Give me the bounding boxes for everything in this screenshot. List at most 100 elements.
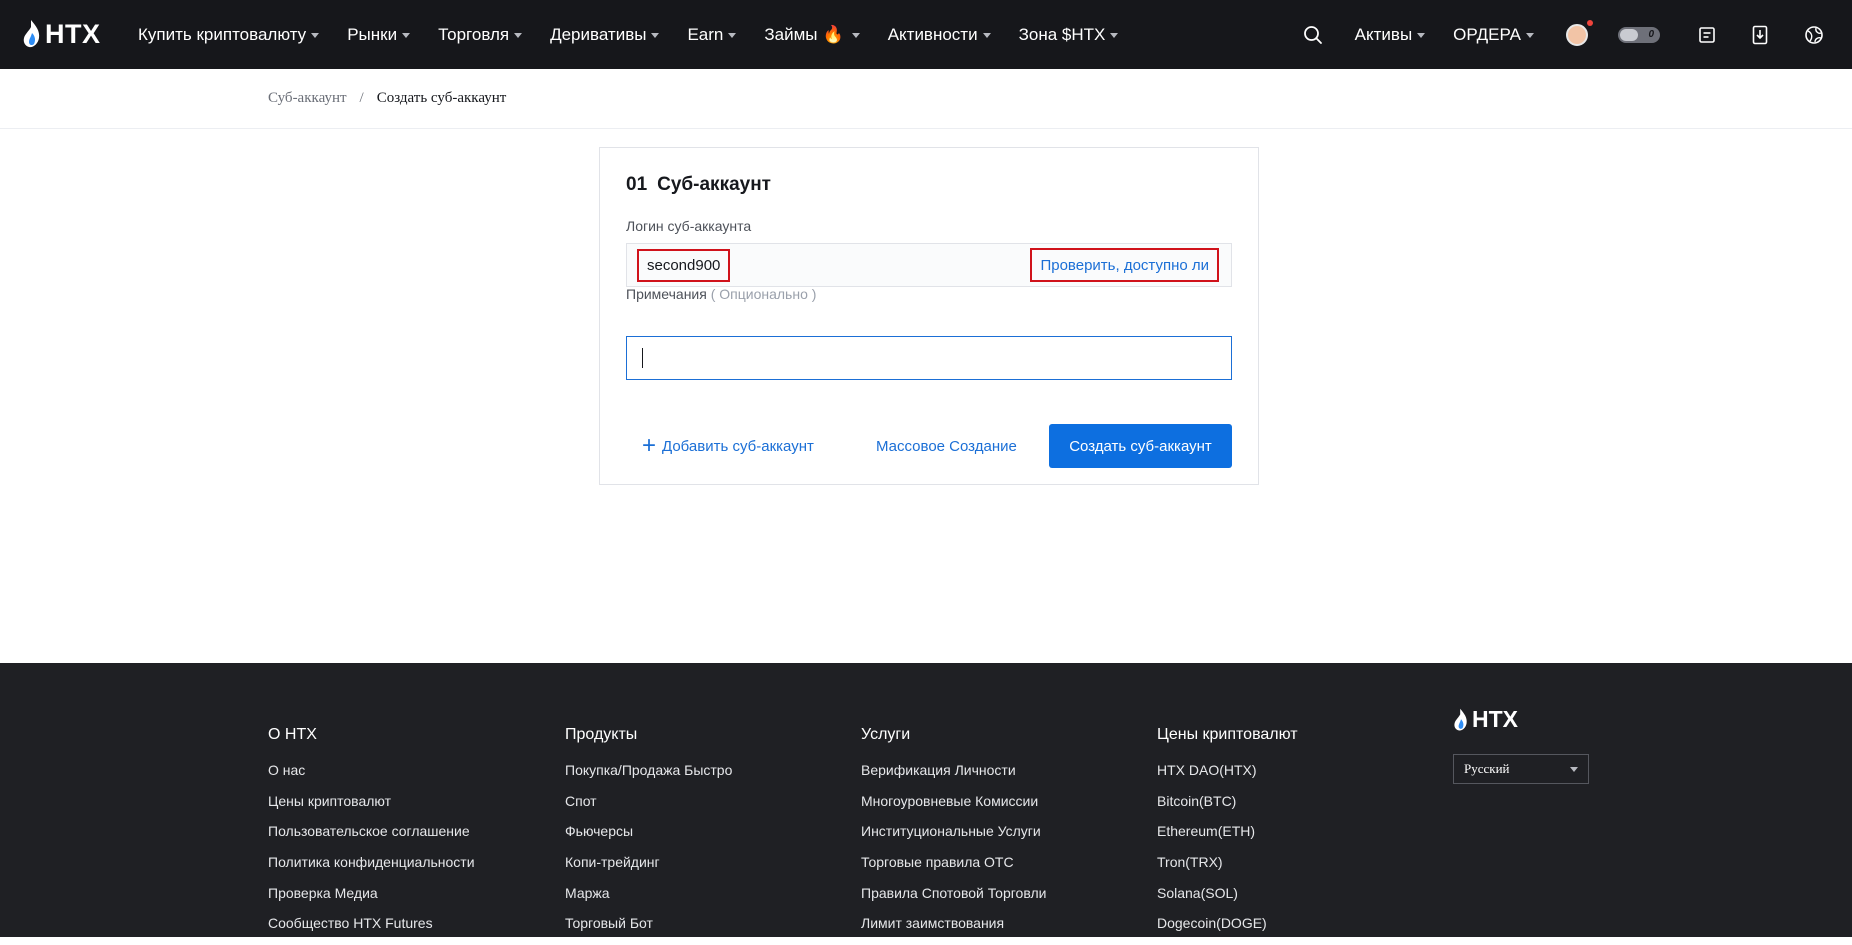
footer-column-products: Продукты Покупка/Продажа Быстро Спот Фью…	[565, 726, 732, 945]
footer-column-about: О HTX О нас Цены криптовалют Пользовател…	[268, 726, 475, 945]
htx-flame-icon	[1454, 708, 1467, 731]
footer-link[interactable]: Сообщество HTX Futures	[268, 914, 475, 945]
assets-label: Активы	[1354, 24, 1413, 44]
login-field[interactable]: second900 Проверить, доступно ли	[626, 243, 1232, 287]
caret-down-icon	[728, 33, 737, 38]
login-value[interactable]: second900	[637, 249, 731, 282]
notes-input[interactable]	[626, 336, 1232, 380]
footer: О HTX О нас Цены криптовалют Пользовател…	[0, 663, 1852, 937]
footer-link[interactable]: Bitcoin(BTC)	[1157, 792, 1298, 823]
nav-right-group: Активы ОРДЕРА 0	[1281, 0, 1852, 69]
form-title: 01 Суб-аккаунт	[626, 174, 771, 196]
footer-link[interactable]: Маржа	[565, 884, 732, 915]
caret-down-icon	[1417, 33, 1426, 38]
nav-htx-zone[interactable]: Зона $HTX	[1019, 25, 1119, 45]
footer-link[interactable]: Спот	[565, 792, 732, 823]
caret-down-icon	[311, 33, 320, 38]
footer-link[interactable]: Лимит заимствования	[861, 914, 1046, 945]
add-sub-account-label: Добавить суб-аккаунт	[662, 437, 814, 455]
footer-link[interactable]: Пользовательское соглашение	[268, 822, 475, 853]
nav-buy-crypto[interactable]: Купить криптовалюту	[138, 25, 320, 45]
avatar	[1566, 19, 1593, 46]
notes-label-text: Примечания	[626, 286, 707, 302]
footer-link[interactable]: Solana(SOL)	[1157, 884, 1298, 915]
notes-label: Примечания ( Опционально )	[626, 286, 816, 302]
fire-icon: 🔥	[822, 24, 844, 44]
form-actions: + Добавить суб-аккаунт Массовое Создание…	[626, 424, 1232, 468]
nav-activities[interactable]: Активности	[888, 25, 991, 45]
toggle: 0	[1618, 26, 1660, 43]
breadcrumb-parent-link[interactable]: Суб-аккаунт	[268, 90, 347, 107]
htx-logo[interactable]: HTX	[22, 16, 101, 52]
nav-label: Рынки	[347, 24, 398, 44]
step-number: 01	[626, 174, 648, 195]
footer-link[interactable]: Tron(TRX)	[1157, 853, 1298, 884]
breadcrumb: Суб-аккаунт / Создать суб-аккаунт	[268, 90, 506, 107]
caret-down-icon	[982, 33, 991, 38]
footer-link[interactable]: Торговые правила OTC	[861, 853, 1046, 884]
footer-link[interactable]: Копи-трейдинг	[565, 853, 732, 884]
assets-menu[interactable]: Активы	[1355, 25, 1426, 45]
caret-down-icon	[402, 33, 411, 38]
bulk-create-button[interactable]: Массовое Создание	[876, 424, 1017, 468]
toggle-value: 0	[1648, 29, 1654, 40]
footer-column-title: О HTX	[268, 726, 317, 743]
logo-text: HTX	[45, 18, 101, 49]
add-sub-account-button[interactable]: + Добавить суб-аккаунт	[642, 424, 814, 468]
user-avatar[interactable]	[1566, 19, 1593, 46]
caret-down-icon	[851, 33, 860, 38]
htx-flame-icon	[23, 20, 40, 48]
footer-link[interactable]: Фьючерсы	[565, 822, 732, 853]
orders-label: ОРДЕРА	[1453, 24, 1521, 44]
nav-label: Деривативы	[550, 24, 647, 44]
caret-down-icon	[1570, 766, 1578, 772]
search-icon[interactable]	[1303, 25, 1323, 45]
language-value: Русский	[1464, 761, 1510, 776]
top-navbar: HTX Купить криптовалюту Рынки Торговля Д…	[0, 0, 1852, 69]
caret-down-icon	[651, 33, 660, 38]
check-availability-button[interactable]: Проверить, доступно ли	[1030, 248, 1219, 282]
footer-logo[interactable]: HTX	[1453, 706, 1518, 733]
footer-link[interactable]: Торговый Бот	[565, 914, 732, 945]
form-title-text: Суб-аккаунт	[657, 174, 771, 195]
plus-icon: +	[642, 432, 657, 459]
footer-link[interactable]: Цены криптовалют	[268, 792, 475, 823]
footer-link[interactable]: Покупка/Продажа Быстро	[565, 761, 732, 792]
footer-link[interactable]: HTX DAO(HTX)	[1157, 761, 1298, 792]
create-sub-account-button[interactable]: Создать суб-аккаунт	[1049, 424, 1232, 468]
footer-column-services: Услуги Верификация Личности Многоуровнев…	[861, 726, 1046, 945]
footer-link[interactable]: Правила Спотовой Торговли	[861, 884, 1046, 915]
footer-link[interactable]: Многоуровневые Комиссии	[861, 792, 1046, 823]
nav-markets[interactable]: Рынки	[347, 24, 411, 45]
sub-account-form-card: 01 Суб-аккаунт Логин суб-аккаунта second…	[599, 147, 1259, 485]
balance-toggle[interactable]: 0	[1618, 26, 1660, 43]
footer-column-title: Услуги	[861, 726, 911, 743]
globe-icon[interactable]	[1804, 25, 1824, 45]
caret-down-icon	[514, 33, 523, 38]
nav-earn[interactable]: Earn	[687, 25, 737, 45]
download-icon[interactable]	[1752, 25, 1768, 45]
language-select[interactable]: Русский	[1453, 754, 1589, 784]
nav-trade[interactable]: Торговля	[438, 24, 523, 45]
footer-logo-text: HTX	[1472, 706, 1518, 732]
orders-menu[interactable]: ОРДЕРА	[1453, 25, 1534, 45]
footer-link[interactable]: Верификация Личности	[861, 761, 1046, 792]
divider	[0, 128, 1852, 129]
nav-loans[interactable]: Займы 🔥	[764, 24, 860, 45]
footer-link[interactable]: Проверка Медиа	[268, 884, 475, 915]
login-label: Логин суб-аккаунта	[626, 218, 752, 234]
caret-down-icon	[1110, 33, 1119, 38]
orders-doc-icon[interactable]	[1698, 26, 1716, 44]
footer-link[interactable]: О нас	[268, 761, 475, 792]
footer-column-title: Продукты	[565, 726, 638, 743]
footer-link[interactable]: Ethereum(ETH)	[1157, 822, 1298, 853]
nav-label: Торговля	[438, 24, 510, 44]
breadcrumb-separator: /	[359, 90, 364, 106]
footer-link[interactable]: Институциональные Услуги	[861, 822, 1046, 853]
main-menu: Купить криптовалюту Рынки Торговля Дерив…	[138, 0, 1146, 69]
footer-link[interactable]: Dogecoin(DOGE)	[1157, 914, 1298, 945]
nav-derivatives[interactable]: Деривативы	[550, 24, 660, 45]
footer-link[interactable]: Политика конфиденциальности	[268, 853, 475, 884]
nav-label: Займы	[764, 24, 818, 44]
nav-label: Активности	[887, 24, 978, 44]
